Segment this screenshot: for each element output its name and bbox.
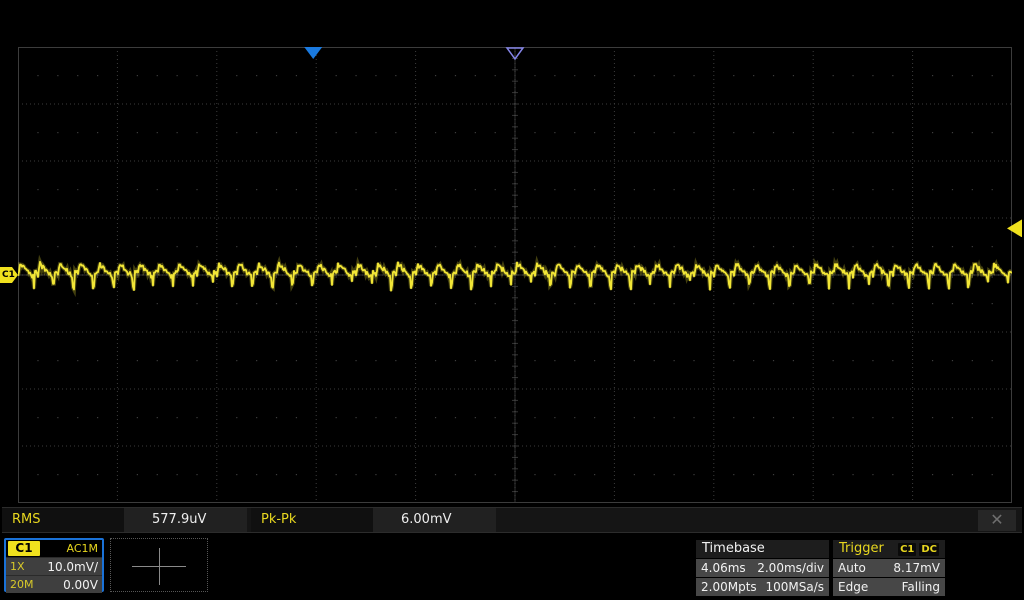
channel-offset-row: 20M 0.00V xyxy=(6,575,102,593)
timebase-scale-value: 2.00ms/div xyxy=(757,561,824,575)
volts-per-div-value: 10.0mV/ xyxy=(47,559,98,574)
trigger-row-2: Edge Falling xyxy=(833,578,945,596)
measurement-value-rms: 577.9uV xyxy=(124,508,247,532)
memory-depth-value: 2.00Mpts xyxy=(701,580,757,594)
trigger-delay-reference-marker[interactable] xyxy=(505,47,525,61)
waveform-display[interactable] xyxy=(18,47,1012,503)
channel-coupling-label: AC1M xyxy=(66,542,98,555)
close-icon[interactable]: ✕ xyxy=(978,510,1016,531)
channel-1-descriptor[interactable]: C1 AC1M 1X 10.0mV/ 20M 0.00V xyxy=(4,538,104,593)
trigger-header: Trigger C1 DC xyxy=(833,540,945,558)
timebase-row-2: 2.00Mpts 100MSa/s xyxy=(696,578,829,596)
measurement-bar: RMS 577.9uV Pk-Pk 6.00mV ✕ xyxy=(2,507,1022,533)
measurement-value-pkpk: 6.00mV xyxy=(373,508,496,532)
timebase-title: Timebase xyxy=(696,540,829,558)
oscilloscope-screen: C1 RMS 577.9uV Pk-Pk 6.00mV ✕ C1 AC1M 1X… xyxy=(0,0,1024,600)
trigger-source-badge: C1 xyxy=(898,542,917,556)
bandwidth-limit-label: 20M xyxy=(10,578,34,591)
plus-icon xyxy=(159,548,160,585)
channel-position-marker[interactable]: C1 xyxy=(0,267,18,283)
graticule-and-trace xyxy=(18,47,1012,503)
trigger-title: Trigger xyxy=(839,541,884,556)
top-menu-bar xyxy=(0,0,1024,47)
add-trace-button[interactable] xyxy=(110,538,208,592)
trigger-mode-value: Auto xyxy=(838,561,866,575)
trigger-level-value: 8.17mV xyxy=(893,561,940,575)
measurement-label-rms[interactable]: RMS xyxy=(2,508,124,532)
timebase-row-1: 4.06ms 2.00ms/div xyxy=(696,559,829,577)
trigger-row-1: Auto 8.17mV xyxy=(833,559,945,577)
trigger-coupling-badge: DC xyxy=(919,542,939,556)
channel-header: C1 AC1M xyxy=(6,540,102,557)
channel-offset-value: 0.00V xyxy=(63,577,98,592)
timebase-delay-value: 4.06ms xyxy=(701,561,746,575)
channel-name-badge: C1 xyxy=(8,541,40,556)
trigger-descriptor[interactable]: Trigger C1 DC Auto 8.17mV Edge Falling xyxy=(833,540,945,596)
status-bar: C1 AC1M 1X 10.0mV/ 20M 0.00V Timebase 4.… xyxy=(0,536,1024,600)
channel-scale-row: 1X 10.0mV/ xyxy=(6,557,102,575)
probe-attenuation-label: 1X xyxy=(10,560,25,573)
sample-rate-value: 100MSa/s xyxy=(765,580,824,594)
timebase-descriptor[interactable]: Timebase 4.06ms 2.00ms/div 2.00Mpts 100M… xyxy=(696,540,829,596)
trigger-slope-value: Falling xyxy=(901,580,940,594)
trigger-type-value: Edge xyxy=(838,580,869,594)
measurement-label-pkpk[interactable]: Pk-Pk xyxy=(251,508,373,532)
